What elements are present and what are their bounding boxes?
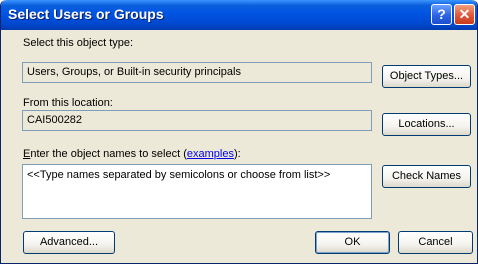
ok-button[interactable]: OK: [315, 231, 390, 254]
title-bar[interactable]: Select Users or Groups ? ✕: [1, 0, 477, 30]
dialog-title: Select Users or Groups: [8, 6, 164, 22]
label-text-after: ):: [233, 148, 241, 160]
location-label: From this location:: [23, 97, 113, 109]
close-icon: ✕: [458, 6, 471, 22]
object-type-label: Select this object type:: [23, 37, 134, 49]
object-names-label: Enter the object names to select (exampl…: [23, 148, 241, 160]
examples-link[interactable]: examples: [187, 148, 234, 160]
help-button[interactable]: ?: [431, 4, 452, 25]
location-field: CAI500282: [22, 110, 372, 131]
cancel-button[interactable]: Cancel: [398, 231, 473, 254]
object-types-button[interactable]: Object Types...: [382, 65, 471, 88]
object-type-field: Users, Groups, or Built-in security prin…: [22, 62, 372, 83]
advanced-button[interactable]: Advanced...: [23, 231, 115, 254]
help-icon: ?: [437, 6, 446, 22]
object-names-input[interactable]: <<Type names separated by semicolons or …: [22, 164, 372, 219]
label-text-before: nter the object names to select (: [30, 148, 187, 160]
close-button[interactable]: ✕: [454, 4, 475, 25]
select-users-dialog: Select Users or Groups ? ✕ Select this o…: [0, 0, 478, 264]
locations-button[interactable]: Locations...: [382, 113, 471, 136]
check-names-button[interactable]: Check Names: [382, 165, 471, 188]
